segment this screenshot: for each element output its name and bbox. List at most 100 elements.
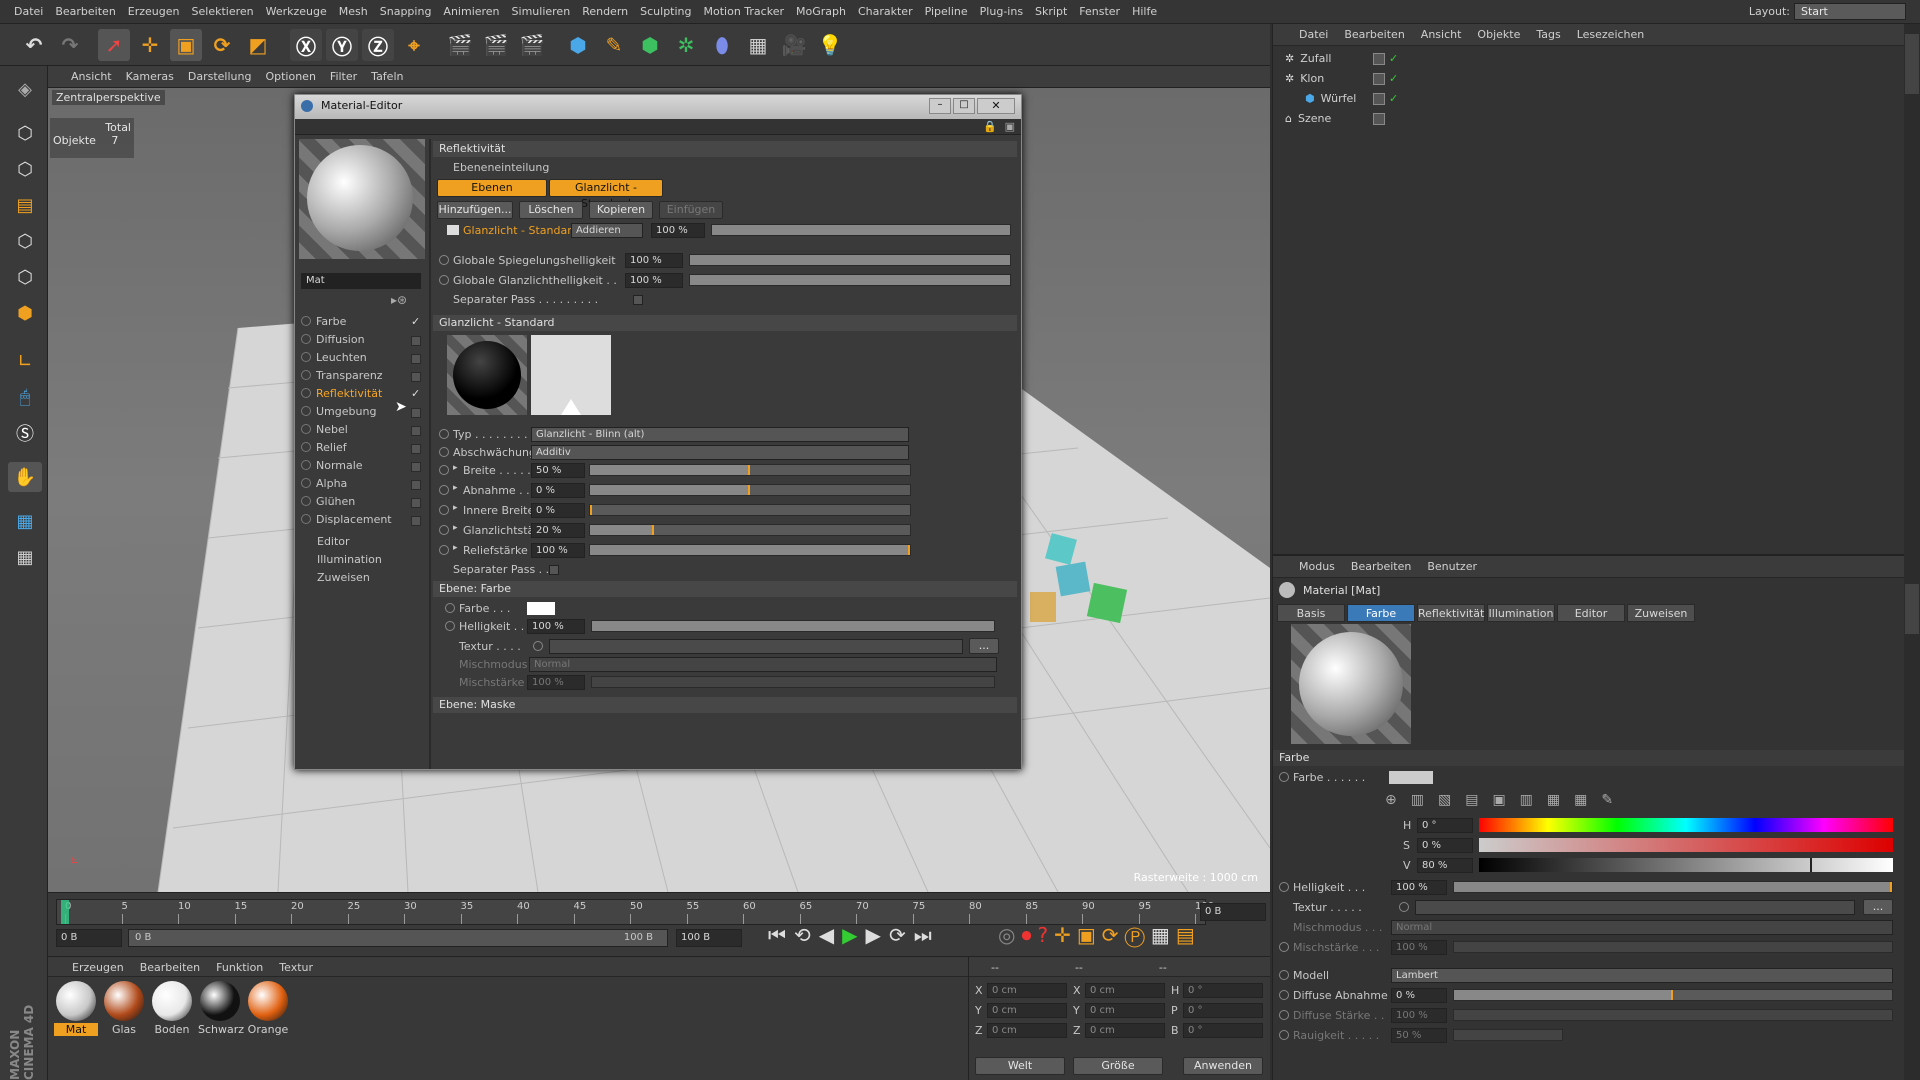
anim-dot[interactable] (439, 505, 449, 515)
saturation-field[interactable]: 0 % (1417, 838, 1473, 853)
value-gradient-slider[interactable] (1479, 858, 1893, 872)
channel-checkbox[interactable] (411, 336, 421, 346)
texture-arrow-icon[interactable] (1399, 902, 1409, 912)
kelvin-icon[interactable]: ▥ (1520, 792, 1547, 808)
menu-8[interactable]: Simulieren (506, 0, 577, 24)
object-row[interactable]: ✲ Zufall ✓ (1285, 52, 1845, 70)
hue-field[interactable]: 0 ° (1417, 818, 1473, 833)
menu-11[interactable]: Motion Tracker (698, 0, 790, 24)
size-select[interactable]: Größe (1073, 1057, 1163, 1075)
timeline-icon[interactable]: ▤ (1176, 923, 1201, 947)
material-menu-2[interactable]: Funktion (208, 957, 271, 978)
coord-field[interactable]: 0 ° (1183, 1023, 1263, 1038)
layout-select[interactable]: Start (1794, 3, 1906, 20)
anim-dot[interactable] (439, 275, 449, 285)
attr-tab-2[interactable]: Reflektivität (1417, 604, 1485, 622)
object-visibility-icon[interactable] (1373, 93, 1385, 105)
key-position-icon[interactable]: ✛ (1054, 923, 1077, 947)
texture-mode-icon[interactable]: ⬡ (8, 154, 42, 184)
paste-layer-button[interactable]: Einfügen (659, 201, 723, 219)
object-menu-2[interactable]: Ansicht (1413, 24, 1470, 45)
material-swatch-3[interactable]: Schwarz (198, 981, 244, 1036)
play-icon[interactable]: ▶ (842, 923, 865, 947)
coord-field[interactable]: 0 ° (1183, 1003, 1263, 1018)
name-arrow-icon[interactable]: ▸⊛ (391, 293, 421, 309)
object-menu-1[interactable]: Bearbeiten (1336, 24, 1412, 45)
channel-11[interactable]: Displacement (301, 513, 421, 531)
global-reflection-field[interactable]: 100 % (625, 253, 683, 268)
render-view-icon[interactable]: 🎬 (444, 29, 476, 61)
param-slider[interactable] (589, 524, 911, 536)
channel-checkbox[interactable]: ✓ (411, 315, 421, 328)
workplane-icon[interactable]: ▤ (8, 190, 42, 220)
param-expand-icon[interactable]: ▸ (453, 543, 458, 553)
coord-field[interactable]: 0 cm (987, 1003, 1067, 1018)
coord-field[interactable]: 0 cm (1085, 1003, 1165, 1018)
x-axis-icon[interactable]: Ⓧ (290, 29, 322, 61)
object-menu-4[interactable]: Tags (1528, 24, 1568, 45)
make-editable-icon[interactable]: ◈ (8, 74, 42, 104)
material-swatch-1[interactable]: Glas (102, 981, 146, 1036)
attr-tab-0[interactable]: Basis (1277, 604, 1345, 622)
maximize-icon[interactable]: □ (953, 98, 975, 114)
channel-10[interactable]: Glühen (301, 495, 421, 513)
coord-field[interactable]: 0 ° (1183, 983, 1263, 998)
value-field[interactable]: 80 % (1417, 858, 1473, 873)
channel-checkbox[interactable] (411, 516, 421, 526)
attr-tab-1[interactable]: Farbe (1347, 604, 1415, 622)
render-settings-icon[interactable]: 🎬 (516, 29, 548, 61)
channel-9[interactable]: Alpha (301, 477, 421, 495)
attribute-menu-2[interactable]: Benutzer (1419, 556, 1485, 577)
object-visibility-icon[interactable] (1373, 113, 1385, 125)
snap-icon[interactable]: Ⓢ (8, 418, 42, 448)
model-mode-icon[interactable]: ⬡ (8, 118, 42, 148)
texture-arrow-icon[interactable] (533, 641, 543, 651)
spline-pen-icon[interactable]: ✎ (598, 29, 630, 61)
attr-roughness-field[interactable]: 50 % (1391, 1028, 1447, 1043)
anim-dot[interactable] (1279, 970, 1289, 980)
coord-field[interactable]: 0 cm (1085, 1023, 1165, 1038)
attr-tab-4[interactable]: Editor (1557, 604, 1625, 622)
anim-dot[interactable] (439, 429, 449, 439)
scale-tool-icon[interactable]: ▣ (170, 29, 202, 61)
key-rotation-icon[interactable]: ⟳ (1102, 923, 1125, 947)
tweak-mode-icon[interactable]: 🖱 (8, 382, 42, 412)
prev-frame-icon[interactable]: ◀ (819, 923, 842, 947)
param-field[interactable]: 0 % (531, 503, 585, 518)
light-icon[interactable]: 💡 (814, 29, 846, 61)
anim-dot[interactable] (1279, 942, 1289, 952)
object-check-icon[interactable]: ✓ (1389, 52, 1398, 65)
spectrum-icon[interactable]: ▥ (1411, 792, 1438, 808)
material-swatch-2[interactable]: Boden (150, 981, 194, 1036)
viewport-menu-5[interactable]: Tafeln (364, 66, 410, 87)
timeline-ruler[interactable]: 0510152025303540455055606570758085909510… (56, 899, 1214, 925)
attr-mixstrength-field[interactable]: 100 % (1391, 940, 1447, 955)
camera-icon[interactable]: 🎥 (778, 29, 810, 61)
value-handle[interactable] (1810, 858, 1813, 872)
end-frame-field[interactable]: 100 B (676, 929, 742, 947)
material-menu-0[interactable]: Erzeugen (64, 957, 132, 978)
param-slider[interactable] (589, 504, 911, 516)
object-row[interactable]: ✲ Klon ✓ (1285, 72, 1845, 90)
attr-diffuse-strength-slider[interactable] (1453, 1009, 1893, 1021)
world-select[interactable]: Welt (975, 1057, 1065, 1075)
mograph-cloner-icon[interactable]: ✲ (670, 29, 702, 61)
deformer-icon[interactable]: ⬮ (706, 29, 738, 61)
object-menu-0[interactable]: Datei (1291, 24, 1336, 45)
menu-1[interactable]: Bearbeiten (49, 0, 121, 24)
mix-strength-field[interactable]: 100 % (527, 675, 585, 690)
rotate-tool-icon[interactable]: ⟳ (206, 29, 238, 61)
attr-mixmode-select[interactable]: Normal (1391, 920, 1893, 935)
menu-7[interactable]: Animieren (437, 0, 505, 24)
cube-primitive-icon[interactable]: ⬢ (562, 29, 594, 61)
anim-dot[interactable] (445, 621, 455, 631)
attr-texture-field[interactable] (1415, 900, 1855, 915)
mixer-icon[interactable]: ▦ (1547, 792, 1574, 808)
material-swatch-4[interactable]: Orange (246, 981, 290, 1036)
layer-color-swatch[interactable] (527, 602, 555, 615)
key-scale-icon[interactable]: ▣ (1077, 923, 1102, 947)
layer-brightness-field[interactable]: 100 % (527, 619, 585, 634)
z-axis-icon[interactable]: Ⓩ (362, 29, 394, 61)
param-field[interactable]: 0 % (531, 483, 585, 498)
channel-checkbox[interactable] (411, 426, 421, 436)
